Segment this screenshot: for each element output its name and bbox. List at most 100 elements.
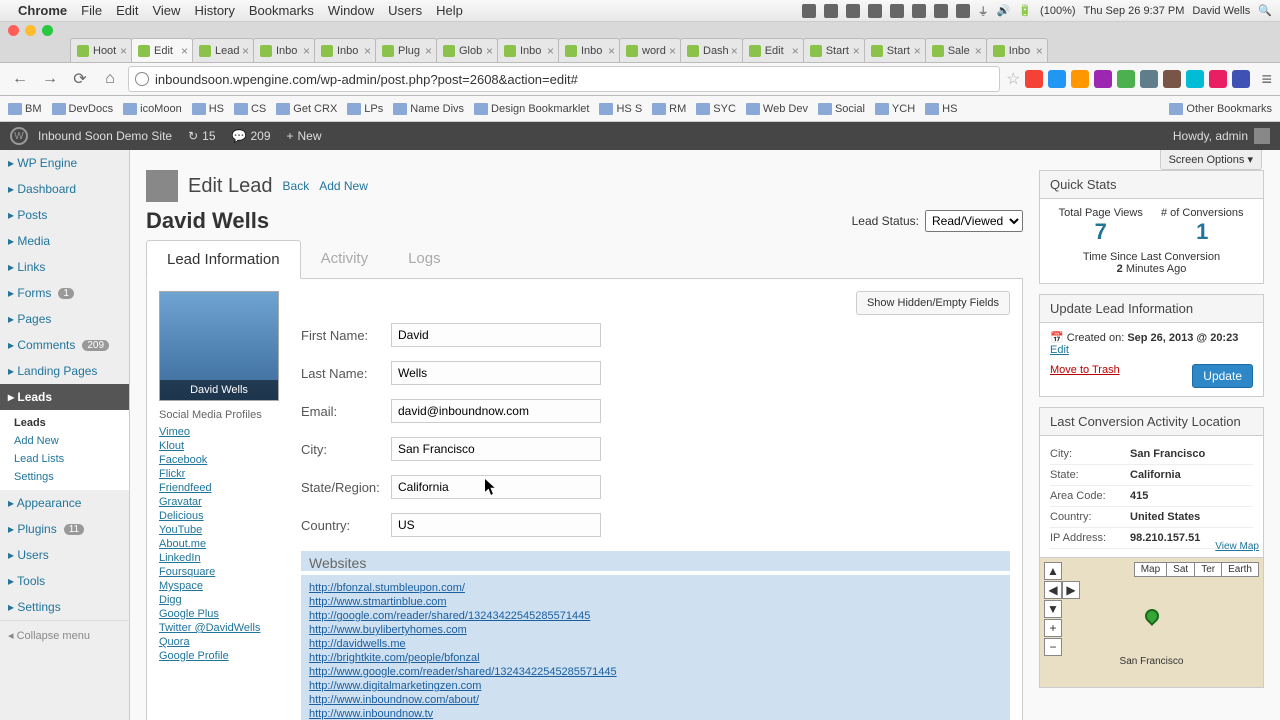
social-link[interactable]: Gravatar: [159, 495, 289, 509]
comments-link[interactable]: 💬 209: [232, 129, 271, 143]
ext-icon[interactable]: [1232, 70, 1250, 88]
other-bookmarks[interactable]: Other Bookmarks: [1169, 103, 1272, 115]
website-link[interactable]: http://www.inboundnow.tv: [309, 707, 1002, 720]
browser-tab[interactable]: Inbo×: [314, 38, 376, 62]
bookmark-item[interactable]: DevDocs: [52, 103, 114, 115]
browser-tab[interactable]: Sale×: [925, 38, 987, 62]
close-tab-icon[interactable]: ×: [181, 44, 188, 58]
show-hidden-button[interactable]: Show Hidden/Empty Fields: [856, 291, 1010, 315]
bookmark-item[interactable]: HS: [925, 103, 957, 115]
chrome-menu-icon[interactable]: ≡: [1261, 69, 1272, 90]
sidebar-sub-item[interactable]: Lead Lists: [0, 450, 129, 468]
browser-tab[interactable]: Inbo×: [558, 38, 620, 62]
screen-options-toggle[interactable]: Screen Options ▾: [1160, 150, 1262, 170]
website-link[interactable]: http://davidwells.me: [309, 637, 1002, 651]
ext-icon[interactable]: [1140, 70, 1158, 88]
close-tab-icon[interactable]: ×: [120, 44, 127, 58]
bookmark-item[interactable]: Design Bookmarklet: [474, 103, 589, 115]
zoom-window-button[interactable]: [42, 25, 53, 36]
close-tab-icon[interactable]: ×: [669, 44, 676, 58]
email-input[interactable]: [391, 399, 601, 423]
website-link[interactable]: http://bfonzal.stumbleupon.com/: [309, 581, 1002, 595]
tab-logs[interactable]: Logs: [388, 240, 461, 278]
ext-icon[interactable]: [1186, 70, 1204, 88]
social-link[interactable]: Klout: [159, 439, 289, 453]
close-tab-icon[interactable]: ×: [303, 44, 310, 58]
lead-status-select[interactable]: Read/Viewed: [925, 210, 1023, 232]
sidebar-item[interactable]: ▸ Landing Pages: [0, 358, 129, 384]
menu-view[interactable]: View: [152, 3, 180, 18]
website-link[interactable]: http://www.digitalmarketingzen.com: [309, 679, 1002, 693]
menu-file[interactable]: File: [81, 3, 102, 18]
close-tab-icon[interactable]: ×: [242, 44, 249, 58]
social-link[interactable]: About.me: [159, 537, 289, 551]
sidebar-sub-item[interactable]: Add New: [0, 432, 129, 450]
browser-tab[interactable]: Inbo×: [497, 38, 559, 62]
social-link[interactable]: YouTube: [159, 523, 289, 537]
sidebar-item[interactable]: ▸ WP Engine: [0, 150, 129, 176]
close-tab-icon[interactable]: ×: [792, 44, 799, 58]
menubar-icon[interactable]: [824, 4, 838, 18]
browser-tab[interactable]: Edit×: [131, 38, 193, 62]
browser-tab[interactable]: word×: [619, 38, 681, 62]
bookmark-item[interactable]: CS: [234, 103, 266, 115]
social-link[interactable]: Myspace: [159, 579, 289, 593]
social-link[interactable]: Facebook: [159, 453, 289, 467]
trash-link[interactable]: Move to Trash: [1050, 364, 1120, 376]
close-window-button[interactable]: [8, 25, 19, 36]
address-bar[interactable]: inboundsoon.wpengine.com/wp-admin/post.p…: [128, 66, 1000, 92]
site-link[interactable]: Inbound Soon Demo Site: [38, 129, 172, 143]
social-link[interactable]: Vimeo: [159, 425, 289, 439]
browser-tab[interactable]: Dash×: [680, 38, 743, 62]
sidebar-item[interactable]: ▸ Plugins11: [0, 516, 129, 542]
clock[interactable]: Thu Sep 26 9:37 PM: [1084, 5, 1185, 17]
website-link[interactable]: http://www.buylibertyhomes.com: [309, 623, 1002, 637]
sidebar-item[interactable]: ▸ Settings: [0, 594, 129, 620]
bookmark-item[interactable]: Name Divs: [393, 103, 464, 115]
sidebar-item[interactable]: ▸ Forms1: [0, 280, 129, 306]
menu-edit[interactable]: Edit: [116, 3, 138, 18]
close-tab-icon[interactable]: ×: [853, 44, 860, 58]
menu-users[interactable]: Users: [388, 3, 422, 18]
app-name[interactable]: Chrome: [18, 3, 67, 18]
social-link[interactable]: Google Profile: [159, 649, 289, 663]
menubar-user[interactable]: David Wells: [1192, 5, 1250, 17]
menu-help[interactable]: Help: [436, 3, 463, 18]
map-zoom-in[interactable]: +: [1044, 619, 1062, 637]
map-type-earth[interactable]: Earth: [1221, 562, 1259, 577]
browser-tab[interactable]: Glob×: [436, 38, 498, 62]
state-input[interactable]: [391, 475, 601, 499]
social-link[interactable]: Twitter @DavidWells: [159, 621, 289, 635]
reload-button[interactable]: ⟳: [68, 67, 92, 91]
add-new-link[interactable]: Add New: [319, 179, 368, 193]
country-input[interactable]: [391, 513, 601, 537]
map-zoom-out[interactable]: −: [1044, 638, 1062, 656]
browser-tab[interactable]: Start×: [803, 38, 865, 62]
forward-button[interactable]: →: [38, 67, 62, 91]
map-type-sat[interactable]: Sat: [1166, 562, 1195, 577]
ext-icon[interactable]: [1163, 70, 1181, 88]
website-link[interactable]: http://www.stmartinblue.com: [309, 595, 1002, 609]
website-link[interactable]: http://www.inboundnow.com/about/: [309, 693, 1002, 707]
view-map-link[interactable]: View Map: [1215, 541, 1259, 552]
website-link[interactable]: http://www.google.com/reader/shared/1324…: [309, 665, 1002, 679]
ext-icon[interactable]: [1209, 70, 1227, 88]
browser-tab[interactable]: Hoot×: [70, 38, 132, 62]
bookmark-item[interactable]: SYC: [696, 103, 736, 115]
website-link[interactable]: http://brightkite.com/people/bfonzal: [309, 651, 1002, 665]
map-pan-right[interactable]: ▶: [1062, 581, 1080, 599]
map-pan-left[interactable]: ◀: [1044, 581, 1062, 599]
bookmark-item[interactable]: LPs: [347, 103, 383, 115]
close-tab-icon[interactable]: ×: [608, 44, 615, 58]
website-link[interactable]: http://google.com/reader/shared/13243422…: [309, 609, 1002, 623]
sidebar-sub-item[interactable]: Leads: [0, 414, 129, 432]
menubar-icon[interactable]: [846, 4, 860, 18]
sidebar-item[interactable]: ▸ Media: [0, 228, 129, 254]
close-tab-icon[interactable]: ×: [486, 44, 493, 58]
bookmark-item[interactable]: YCH: [875, 103, 915, 115]
social-link[interactable]: LinkedIn: [159, 551, 289, 565]
sidebar-item[interactable]: ▸ Pages: [0, 306, 129, 332]
browser-tab[interactable]: Plug×: [375, 38, 437, 62]
home-button[interactable]: ⌂: [98, 67, 122, 91]
wp-logo-icon[interactable]: W: [10, 127, 28, 145]
